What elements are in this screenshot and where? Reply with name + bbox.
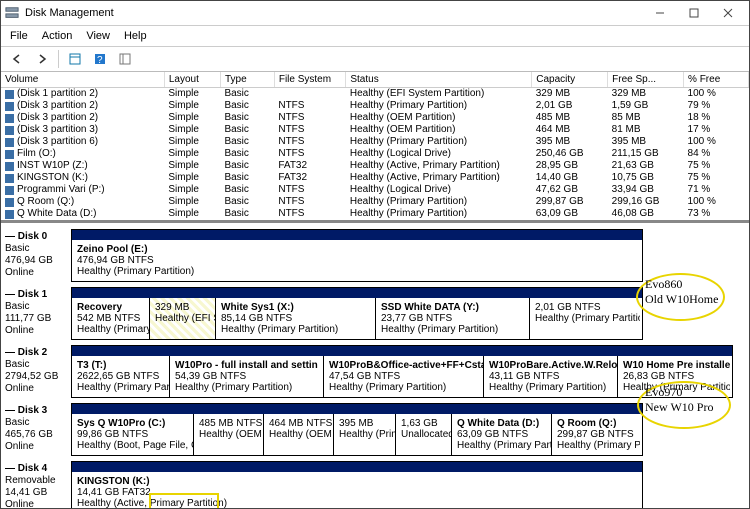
partition[interactable]: W10ProBare.Active.W.RelocUser43,11 GB NT… bbox=[484, 356, 618, 397]
partition[interactable]: Zeino Pool (E:)476,94 GB NTFSHealthy (Pr… bbox=[72, 240, 642, 281]
menu-help[interactable]: Help bbox=[117, 28, 154, 44]
svg-text:?: ? bbox=[97, 55, 103, 65]
window-title: Disk Management bbox=[25, 7, 643, 19]
partition[interactable]: Recovery542 MB NTFSHealthy (Primary Part bbox=[72, 298, 150, 339]
volume-icon bbox=[5, 198, 14, 207]
disk-label[interactable]: — Disk 3Basic465,76 GBOnline bbox=[5, 403, 67, 456]
refresh-button[interactable] bbox=[64, 48, 86, 70]
disk-row: — Disk 2Basic2794,52 GBOnlineT3 (T:)2622… bbox=[5, 345, 745, 398]
table-row[interactable]: KINGSTON (K:)SimpleBasicFAT32Healthy (Ac… bbox=[1, 172, 749, 184]
disk-management-icon bbox=[5, 6, 19, 20]
settings-button[interactable] bbox=[114, 48, 136, 70]
volume-icon bbox=[5, 186, 14, 195]
forward-button[interactable] bbox=[31, 48, 53, 70]
disk-box: Recovery542 MB NTFSHealthy (Primary Part… bbox=[71, 287, 643, 340]
disk-label[interactable]: — Disk 0Basic476,94 GBOnline bbox=[5, 229, 67, 282]
volume-icon bbox=[5, 138, 14, 147]
menu-file[interactable]: File bbox=[3, 28, 35, 44]
table-row[interactable]: (Disk 3 partition 2)SimpleBasicNTFSHealt… bbox=[1, 100, 749, 112]
table-row[interactable]: (Disk 1 partition 2)SimpleBasicHealthy (… bbox=[1, 88, 749, 101]
back-button[interactable] bbox=[6, 48, 28, 70]
help-button[interactable]: ? bbox=[89, 48, 111, 70]
volume-icon bbox=[5, 90, 14, 99]
disk-label[interactable]: — Disk 2Basic2794,52 GBOnline bbox=[5, 345, 67, 398]
volume-icon bbox=[5, 210, 14, 219]
partition[interactable]: Q Room (Q:)299,87 GB NTFSHealthy (Primar… bbox=[552, 414, 640, 455]
menu-action[interactable]: Action bbox=[35, 28, 80, 44]
partition[interactable]: SSD White DATA (Y:)23,77 GB NTFSHealthy … bbox=[376, 298, 530, 339]
menu-view[interactable]: View bbox=[79, 28, 117, 44]
partition[interactable]: Sys Q W10Pro (C:)99,86 GB NTFSHealthy (B… bbox=[72, 414, 194, 455]
toolbar: ? bbox=[1, 47, 749, 72]
maximize-button[interactable] bbox=[677, 2, 711, 24]
volume-icon bbox=[5, 174, 14, 183]
close-button[interactable] bbox=[711, 2, 745, 24]
disk-box: Zeino Pool (E:)476,94 GB NTFSHealthy (Pr… bbox=[71, 229, 643, 282]
volume-icon bbox=[5, 102, 14, 111]
partition[interactable]: White Sys1 (X:)85,14 GB NTFSHealthy (Pri… bbox=[216, 298, 376, 339]
table-row[interactable]: Film (O:)SimpleBasicNTFSHealthy (Logical… bbox=[1, 148, 749, 160]
column-header[interactable]: Capacity bbox=[532, 72, 608, 88]
disk-row: — Disk 4Removable14,41 GBOnlineKINGSTON … bbox=[5, 461, 745, 508]
disk-box: Sys Q W10Pro (C:)99,86 GB NTFSHealthy (B… bbox=[71, 403, 643, 456]
disk-management-window: Disk Management File Action View Help ? … bbox=[0, 0, 750, 509]
table-row[interactable]: Programmi Vari (P:)SimpleBasicNTFSHealth… bbox=[1, 184, 749, 196]
titlebar: Disk Management bbox=[1, 1, 749, 26]
annotation-highlight-efi bbox=[149, 493, 219, 508]
column-header[interactable]: Volume bbox=[1, 72, 164, 88]
partition[interactable]: 2,01 GB NTFSHealthy (Primary Partition) bbox=[530, 298, 640, 339]
disk-row: — Disk 0Basic476,94 GBOnlineZeino Pool (… bbox=[5, 229, 745, 282]
table-row[interactable]: Q Room (Q:)SimpleBasicNTFSHealthy (Prima… bbox=[1, 196, 749, 208]
annotation-evo860: Evo860 Old W10Home bbox=[645, 277, 718, 307]
partition[interactable]: 464 MB NTFSHealthy (OEM F bbox=[264, 414, 334, 455]
disk-label[interactable]: — Disk 1Basic111,77 GBOnline bbox=[5, 287, 67, 340]
volume-icon bbox=[5, 162, 14, 171]
column-header[interactable]: File System bbox=[274, 72, 346, 88]
disk-graphical-view: — Disk 0Basic476,94 GBOnlineZeino Pool (… bbox=[1, 223, 749, 508]
volume-list: VolumeLayoutTypeFile SystemStatusCapacit… bbox=[1, 72, 749, 223]
table-row[interactable]: Q White Data (D:)SimpleBasicNTFSHealthy … bbox=[1, 208, 749, 220]
partition[interactable]: 485 MB NTFSHealthy (OEM P bbox=[194, 414, 264, 455]
partition[interactable]: 1,63 GBUnallocated bbox=[396, 414, 452, 455]
column-header[interactable]: Free Sp... bbox=[608, 72, 684, 88]
table-row[interactable]: INST W10P (Z:)SimpleBasicFAT32Healthy (A… bbox=[1, 160, 749, 172]
volume-icon bbox=[5, 126, 14, 135]
disk-row: — Disk 3Basic465,76 GBOnlineSys Q W10Pro… bbox=[5, 403, 745, 456]
volume-icon bbox=[5, 114, 14, 123]
disk-box: T3 (T:)2622,65 GB NTFSHealthy (Primary P… bbox=[71, 345, 733, 398]
minimize-button[interactable] bbox=[643, 2, 677, 24]
partition[interactable]: 395 MBHealthy (Prima bbox=[334, 414, 396, 455]
annotation-evo970: Evo970 New W10 Pro bbox=[645, 385, 713, 415]
table-row[interactable]: (Disk 3 partition 3)SimpleBasicNTFSHealt… bbox=[1, 124, 749, 136]
volume-icon bbox=[5, 150, 14, 159]
disk-row: — Disk 1Basic111,77 GBOnlineRecovery542 … bbox=[5, 287, 745, 340]
partition[interactable]: T3 (T:)2622,65 GB NTFSHealthy (Primary P… bbox=[72, 356, 170, 397]
table-row[interactable]: (Disk 3 partition 6)SimpleBasicNTFSHealt… bbox=[1, 136, 749, 148]
partition[interactable]: W10ProB&Office-active+FF+Cstart47,54 GB … bbox=[324, 356, 484, 397]
partition[interactable]: W10Pro - full install and settin54,39 GB… bbox=[170, 356, 324, 397]
column-header[interactable]: Type bbox=[220, 72, 274, 88]
disk-label[interactable]: — Disk 4Removable14,41 GBOnline bbox=[5, 461, 67, 508]
menubar: File Action View Help bbox=[1, 26, 749, 47]
column-header[interactable]: % Free bbox=[684, 72, 749, 88]
column-header[interactable]: Status bbox=[346, 72, 532, 88]
partition[interactable]: 329 MBHealthy (EFI System bbox=[150, 298, 216, 339]
partition[interactable]: Q White Data (D:)63,09 GB NTFSHealthy (P… bbox=[452, 414, 552, 455]
column-header[interactable]: Layout bbox=[164, 72, 220, 88]
table-row[interactable]: (Disk 3 partition 2)SimpleBasicNTFSHealt… bbox=[1, 112, 749, 124]
